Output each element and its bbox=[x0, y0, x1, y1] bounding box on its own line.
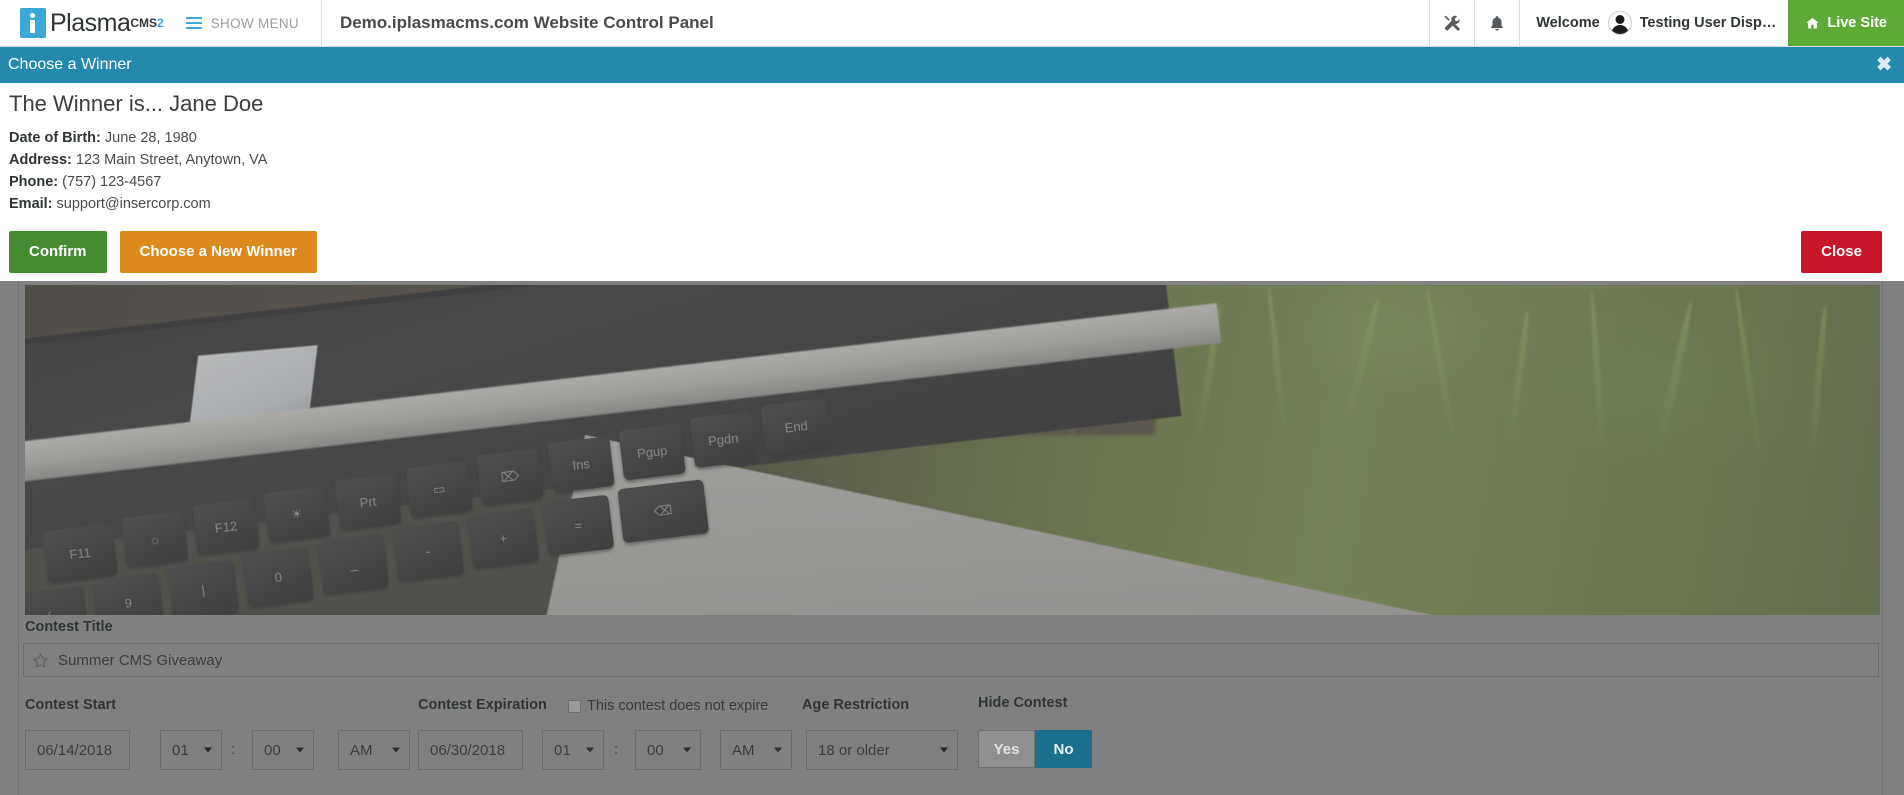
contest-expiration-meridiem-value: AM bbox=[732, 741, 755, 759]
contest-start-meridiem-value: AM bbox=[350, 741, 373, 759]
plasma-info-icon bbox=[20, 8, 46, 38]
page-right-rail bbox=[1882, 281, 1904, 795]
live-site-label: Live Site bbox=[1827, 15, 1887, 31]
control-panel-screen: Plasma CMS2 SHOW MENU Demo.iplasmacms.co… bbox=[0, 0, 1904, 795]
chevron-down-icon bbox=[296, 747, 304, 753]
chevron-down-icon bbox=[940, 747, 948, 753]
contest-hero-image[interactable]: F11 ☼ F12 ☀ Prt ▭ ⌦ Ins Pgup Pgdn End ( … bbox=[25, 285, 1880, 615]
user-account-menu[interactable]: Welcome Testing User Disp… bbox=[1520, 0, 1788, 46]
show-menu-label: SHOW MENU bbox=[210, 15, 299, 31]
chevron-down-icon bbox=[683, 747, 691, 753]
contest-start-meridiem-select[interactable]: AM bbox=[338, 730, 410, 770]
date-of-birth-label: Date of Birth: bbox=[9, 130, 101, 146]
phone-label: Phone: bbox=[9, 174, 59, 190]
contest-start-minute-value: 00 bbox=[264, 741, 281, 759]
brand-superscript: CMS2 bbox=[130, 16, 164, 30]
page-title: Demo.iplasmacms.com Website Control Pane… bbox=[339, 13, 714, 32]
age-restriction-value: 18 or older bbox=[818, 741, 890, 759]
contest-expiration-date-input[interactable]: 06/30/2018 bbox=[418, 730, 523, 770]
email-label: Email: bbox=[9, 196, 53, 212]
detail-row: Address: 123 Main Street, Anytown, VA bbox=[9, 149, 267, 171]
header-spacer bbox=[714, 0, 1430, 46]
age-restriction-label: Age Restriction bbox=[802, 697, 910, 713]
contest-start-hour-select[interactable]: 01 bbox=[160, 730, 222, 770]
contest-expiration-minute-value: 00 bbox=[647, 741, 664, 759]
brand-logo[interactable]: Plasma CMS2 bbox=[0, 0, 182, 46]
hero-dim-overlay bbox=[25, 285, 1880, 615]
hamburger-icon bbox=[185, 17, 202, 29]
contest-title-label: Contest Title bbox=[25, 619, 113, 635]
tools-icon[interactable] bbox=[1430, 0, 1474, 46]
age-restriction-select[interactable]: 18 or older bbox=[806, 730, 958, 770]
contest-expiration-label: Contest Expiration bbox=[418, 697, 547, 713]
contest-expiration-hour-value: 01 bbox=[554, 741, 571, 759]
contest-start-date-input[interactable]: 06/14/2018 bbox=[25, 730, 130, 770]
chevron-down-icon bbox=[774, 747, 782, 753]
contest-start-date-value: 06/14/2018 bbox=[37, 741, 113, 759]
choose-new-winner-button[interactable]: Choose a New Winner bbox=[119, 231, 317, 273]
email-value: support@insercorp.com bbox=[56, 196, 211, 212]
contest-expiration-date-value: 06/30/2018 bbox=[430, 741, 506, 759]
avatar bbox=[1607, 11, 1632, 35]
bell-icon[interactable] bbox=[1475, 0, 1519, 46]
contest-title-input[interactable]: Summer CMS Giveaway bbox=[23, 643, 1879, 677]
no-expire-label: This contest does not expire bbox=[587, 698, 769, 714]
date-of-birth-value: June 28, 1980 bbox=[104, 130, 197, 146]
close-button[interactable]: Close bbox=[1801, 231, 1882, 273]
detail-row: Phone: (757) 123-4567 bbox=[9, 171, 267, 193]
hide-contest-yes-option[interactable]: Yes bbox=[978, 730, 1035, 768]
chevron-down-icon bbox=[586, 747, 594, 753]
contest-start-label: Contest Start bbox=[25, 697, 117, 713]
no-expire-checkbox[interactable] bbox=[568, 699, 581, 713]
show-menu-button[interactable]: SHOW MENU bbox=[182, 0, 321, 46]
contest-title-value: Summer CMS Giveaway bbox=[58, 651, 223, 669]
contest-expiration-hour-select[interactable]: 01 bbox=[542, 730, 604, 770]
start-time-separator: : bbox=[231, 741, 236, 758]
page-left-rail bbox=[0, 281, 19, 795]
contest-form: Contest Title Summer CMS Giveaway Contes… bbox=[20, 619, 1882, 795]
detail-row: Date of Birth: June 28, 1980 bbox=[9, 127, 267, 149]
confirm-button[interactable]: Confirm bbox=[9, 231, 107, 273]
chevron-down-icon bbox=[392, 747, 400, 753]
modal-title: Choose a Winner bbox=[8, 56, 132, 73]
expiration-time-separator: : bbox=[614, 741, 619, 758]
detail-row: Email: support@insercorp.com bbox=[9, 193, 267, 215]
no-expire-checkbox-group[interactable]: This contest does not expire bbox=[568, 698, 768, 714]
top-header-bar: Plasma CMS2 SHOW MENU Demo.iplasmacms.co… bbox=[0, 0, 1904, 47]
winner-heading: The Winner is... Jane Doe bbox=[9, 91, 264, 116]
dimmed-page-content: F11 ☼ F12 ☀ Prt ▭ ⌦ Ins Pgup Pgdn End ( … bbox=[0, 281, 1904, 795]
hide-contest-label: Hide Contest bbox=[978, 695, 1068, 711]
contest-start-minute-select[interactable]: 00 bbox=[252, 730, 314, 770]
contest-expiration-meridiem-select[interactable]: AM bbox=[720, 730, 792, 770]
address-value: 123 Main Street, Anytown, VA bbox=[75, 152, 268, 168]
home-icon bbox=[1806, 17, 1820, 28]
modal-action-buttons: Confirm Choose a New Winner bbox=[9, 231, 317, 273]
winner-details: Date of Birth: June 28, 1980 Address: 12… bbox=[9, 127, 267, 215]
hide-contest-toggle[interactable]: Yes No bbox=[978, 730, 1092, 768]
contest-start-hour-value: 01 bbox=[172, 741, 189, 759]
live-site-button[interactable]: Live Site bbox=[1788, 0, 1904, 46]
brand-name: Plasma bbox=[50, 8, 131, 37]
modal-header: Choose a Winner ✖ bbox=[0, 47, 1904, 83]
hide-contest-no-option[interactable]: No bbox=[1035, 730, 1092, 768]
address-label: Address: bbox=[9, 152, 72, 168]
contest-settings-labels: Contest Start Contest Expiration This co… bbox=[20, 695, 1882, 719]
star-icon bbox=[32, 652, 49, 668]
welcome-label: Welcome bbox=[1536, 15, 1600, 31]
user-display-name: Testing User Disp… bbox=[1639, 15, 1777, 31]
chevron-down-icon bbox=[204, 747, 212, 753]
close-icon[interactable]: ✖ bbox=[1876, 56, 1892, 75]
phone-value: (757) 123-4567 bbox=[62, 174, 162, 190]
contest-expiration-minute-select[interactable]: 00 bbox=[635, 730, 701, 770]
modal-body: The Winner is... Jane Doe Date of Birth:… bbox=[0, 83, 1904, 281]
